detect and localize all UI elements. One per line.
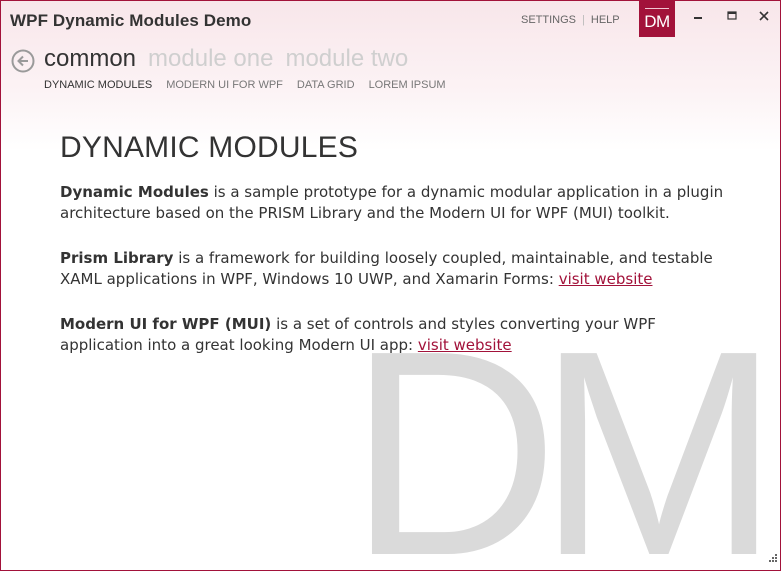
tab-lorem-ipsum[interactable]: LOREM IPSUM [369, 79, 446, 91]
prism-visit-website-link[interactable]: visit website [559, 270, 653, 288]
minimize-icon [694, 17, 702, 19]
paragraph-modern-ui: Modern UI for WPF (MUI) is a set of cont… [60, 314, 740, 356]
maximize-icon [727, 11, 737, 20]
resize-grip[interactable] [768, 550, 778, 568]
maximize-button[interactable] [719, 5, 745, 27]
mui-visit-website-link[interactable]: visit website [418, 336, 512, 354]
paragraph-3-term: Modern UI for WPF (MUI) [60, 315, 272, 333]
tab-data-grid[interactable]: DATA GRID [297, 79, 355, 91]
help-link[interactable]: HELP [591, 14, 620, 26]
tab-modern-ui-for-wpf[interactable]: MODERN UI FOR WPF [166, 79, 283, 91]
close-icon [759, 11, 769, 21]
back-button[interactable] [11, 49, 35, 78]
menu-group-module-two[interactable]: module two [285, 45, 408, 73]
menu-group-module-one[interactable]: module one [148, 45, 273, 73]
paragraph-1-term: Dynamic Modules [60, 183, 209, 201]
app-logo: DM [639, 1, 675, 37]
minimize-button[interactable] [685, 5, 711, 27]
close-button[interactable] [751, 5, 777, 27]
title-links-separator: | [582, 14, 585, 26]
back-arrow-icon [11, 49, 35, 73]
paragraph-2-term: Prism Library [60, 249, 174, 267]
window-title: WPF Dynamic Modules Demo [10, 11, 252, 30]
sub-menu: DYNAMIC MODULES MODERN UI FOR WPF DATA G… [44, 79, 460, 91]
resize-grip-icon [769, 554, 777, 562]
content-area: DYNAMIC MODULES Dynamic Modules is a sam… [60, 131, 740, 356]
page-title: DYNAMIC MODULES [60, 131, 359, 164]
menu-groups: common module one module two [44, 45, 420, 73]
menu-group-common[interactable]: common [44, 45, 136, 73]
paragraph-prism-library: Prism Library is a framework for buildin… [60, 248, 740, 290]
app-window: WPF Dynamic Modules Demo SETTINGS | HELP… [0, 0, 781, 571]
app-logo-text: DM [644, 12, 670, 31]
title-links: SETTINGS | HELP [521, 14, 620, 26]
app-logo-bar [645, 8, 669, 9]
tab-dynamic-modules[interactable]: DYNAMIC MODULES [44, 79, 152, 91]
paragraph-dynamic-modules: Dynamic Modules is a sample prototype fo… [60, 182, 740, 224]
settings-link[interactable]: SETTINGS [521, 14, 576, 26]
